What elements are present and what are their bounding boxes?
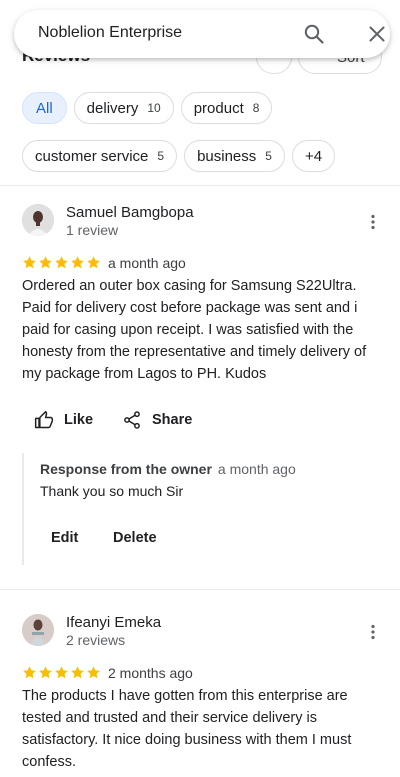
- avatar[interactable]: [22, 614, 54, 646]
- chip-delivery[interactable]: delivery 10: [73, 92, 174, 124]
- chip-count: 5: [157, 149, 165, 163]
- review-text: The products I have gotten from this ent…: [22, 688, 352, 770]
- close-icon[interactable]: [365, 22, 389, 46]
- like-button[interactable]: Like: [34, 410, 93, 430]
- chip-product[interactable]: product 8: [180, 92, 273, 124]
- chip-count: 10: [147, 101, 161, 115]
- share-icon: [124, 411, 140, 429]
- filter-chips-row-2: customer service 5 business 5 +4: [22, 140, 336, 172]
- star-icon: [87, 666, 100, 679]
- chip-label: business: [197, 147, 257, 165]
- star-icon: [71, 256, 84, 269]
- like-label: Like: [64, 412, 94, 428]
- star-icon: [23, 666, 36, 679]
- reviewer-review-count: 2 reviews: [66, 632, 126, 648]
- star-icon: [55, 666, 68, 679]
- divider: [0, 185, 400, 186]
- filter-chips-row-1: All delivery 10 product 8: [22, 92, 273, 124]
- review-text: Ordered an outer box casing for Samsung …: [22, 278, 367, 382]
- chip-all[interactable]: All: [22, 92, 67, 124]
- chip-more[interactable]: +4: [291, 140, 336, 172]
- star-rating: [22, 665, 101, 681]
- star-icon: [39, 256, 52, 269]
- chip-count: 5: [265, 149, 272, 163]
- chip-business[interactable]: business 5: [184, 140, 285, 172]
- delete-response-button[interactable]: Delete: [113, 530, 157, 546]
- edit-response-button[interactable]: Edit: [51, 530, 78, 546]
- share-button[interactable]: Share: [122, 410, 192, 430]
- thumb-up-icon: [34, 410, 54, 429]
- chip-label: delivery: [86, 99, 139, 117]
- search-input[interactable]: Noblelion Enterprise: [38, 24, 182, 42]
- divider: [0, 589, 400, 590]
- chip-label: customer service: [35, 147, 149, 165]
- review-time: 2 months ago: [108, 665, 193, 681]
- response-time: a month ago: [217, 461, 296, 477]
- avatar[interactable]: [22, 204, 54, 236]
- reviewer-name[interactable]: Ifeanyi Emeka: [66, 614, 161, 631]
- chip-label: All: [36, 99, 53, 117]
- response-text: Thank you so much Sir: [40, 483, 184, 499]
- star-rating: [22, 255, 101, 271]
- review-time: a month ago: [108, 255, 186, 271]
- star-icon: [87, 256, 100, 269]
- search-bar[interactable]: Noblelion Enterprise: [14, 10, 390, 58]
- chip-customer-service[interactable]: customer service 5: [22, 140, 178, 172]
- reviewer-review-count: 1 review: [66, 222, 119, 238]
- reviewer-name[interactable]: Samuel Bamgbopa: [66, 204, 194, 221]
- search-icon[interactable]: [302, 22, 326, 46]
- star-icon: [39, 666, 52, 679]
- chip-label: product: [193, 99, 244, 117]
- star-icon: [23, 256, 36, 269]
- more-vert-icon[interactable]: [364, 213, 382, 231]
- share-label: Share: [152, 412, 193, 428]
- response-header: Response from the owner a month ago: [40, 461, 382, 479]
- more-vert-icon[interactable]: [364, 623, 382, 641]
- response-title: Response from the owner: [40, 461, 212, 477]
- star-icon: [71, 666, 84, 679]
- chip-count: 8: [252, 101, 260, 115]
- chip-label: +4: [304, 147, 323, 165]
- owner-response: Response from the owner a month ago Thank…: [22, 453, 382, 565]
- star-icon: [55, 256, 68, 269]
